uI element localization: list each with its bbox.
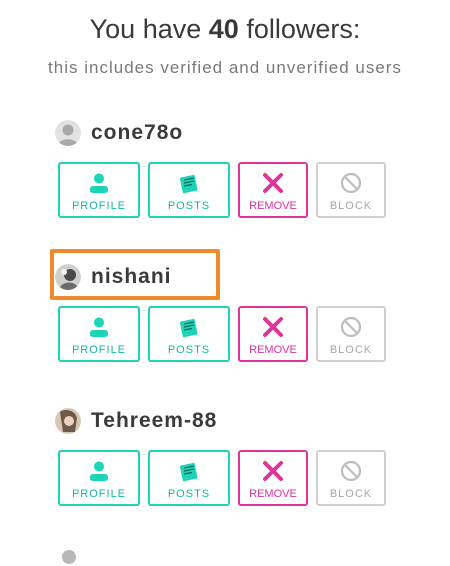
notes-icon [177,458,201,484]
profile-label: PROFILE [71,344,127,356]
x-icon [262,314,284,340]
followers-heading: You have 40 followers: [0,14,450,45]
block-icon [340,170,362,196]
x-icon [262,458,284,484]
remove-button[interactable]: REMOVE [238,450,308,506]
profile-label: PROFILE [71,488,127,500]
person-icon [88,458,110,484]
posts-label: POSTS [167,488,211,500]
person-icon [88,314,110,340]
block-button[interactable]: BLOCK [316,450,386,506]
block-label: BLOCK [329,200,373,212]
block-label: BLOCK [329,488,373,500]
notes-icon [177,314,201,340]
remove-label: REMOVE [249,344,297,356]
heading-suffix: followers: [238,14,361,44]
next-follower-avatar-icon [62,550,76,564]
default-avatar-icon [55,120,81,146]
photo-avatar-icon [55,408,81,434]
posts-label: POSTS [167,200,211,212]
posts-label: POSTS [167,344,211,356]
remove-button[interactable]: REMOVE [238,162,308,218]
posts-button[interactable]: POSTS [148,162,230,218]
follower-user[interactable]: cone78o [55,118,183,148]
posts-button[interactable]: POSTS [148,306,230,362]
profile-label: PROFILE [71,200,127,212]
block-button[interactable]: BLOCK [316,306,386,362]
x-icon [262,170,284,196]
block-label: BLOCK [329,344,373,356]
follower-username[interactable]: cone78o [91,121,183,145]
highlight-box [50,249,220,300]
follower-count: 40 [208,14,239,44]
follower-user[interactable]: Tehreem-88 [55,406,217,436]
block-icon [340,458,362,484]
block-button[interactable]: BLOCK [316,162,386,218]
follower-username[interactable]: Tehreem-88 [91,409,217,433]
posts-button[interactable]: POSTS [148,450,230,506]
follower-actions: PROFILE POSTS REMOVE BLOCK [58,162,386,218]
heading-prefix: You have [89,14,209,44]
remove-button[interactable]: REMOVE [238,306,308,362]
follower-item: Tehreem-88 PROFILE POSTS REMOVE BLOCK [0,406,450,526]
profile-button[interactable]: PROFILE [58,162,140,218]
remove-label: REMOVE [249,488,297,500]
profile-button[interactable]: PROFILE [58,450,140,506]
follower-actions: PROFILE POSTS REMOVE BLOCK [58,450,386,506]
person-icon [88,170,110,196]
notes-icon [177,170,201,196]
followers-subtitle: this includes verified and unverified us… [48,58,402,77]
block-icon [340,314,362,340]
follower-actions: PROFILE POSTS REMOVE BLOCK [58,306,386,362]
follower-item: cone78o PROFILE POSTS REMOVE BLOCK [0,118,450,238]
remove-label: REMOVE [249,200,297,212]
profile-button[interactable]: PROFILE [58,306,140,362]
